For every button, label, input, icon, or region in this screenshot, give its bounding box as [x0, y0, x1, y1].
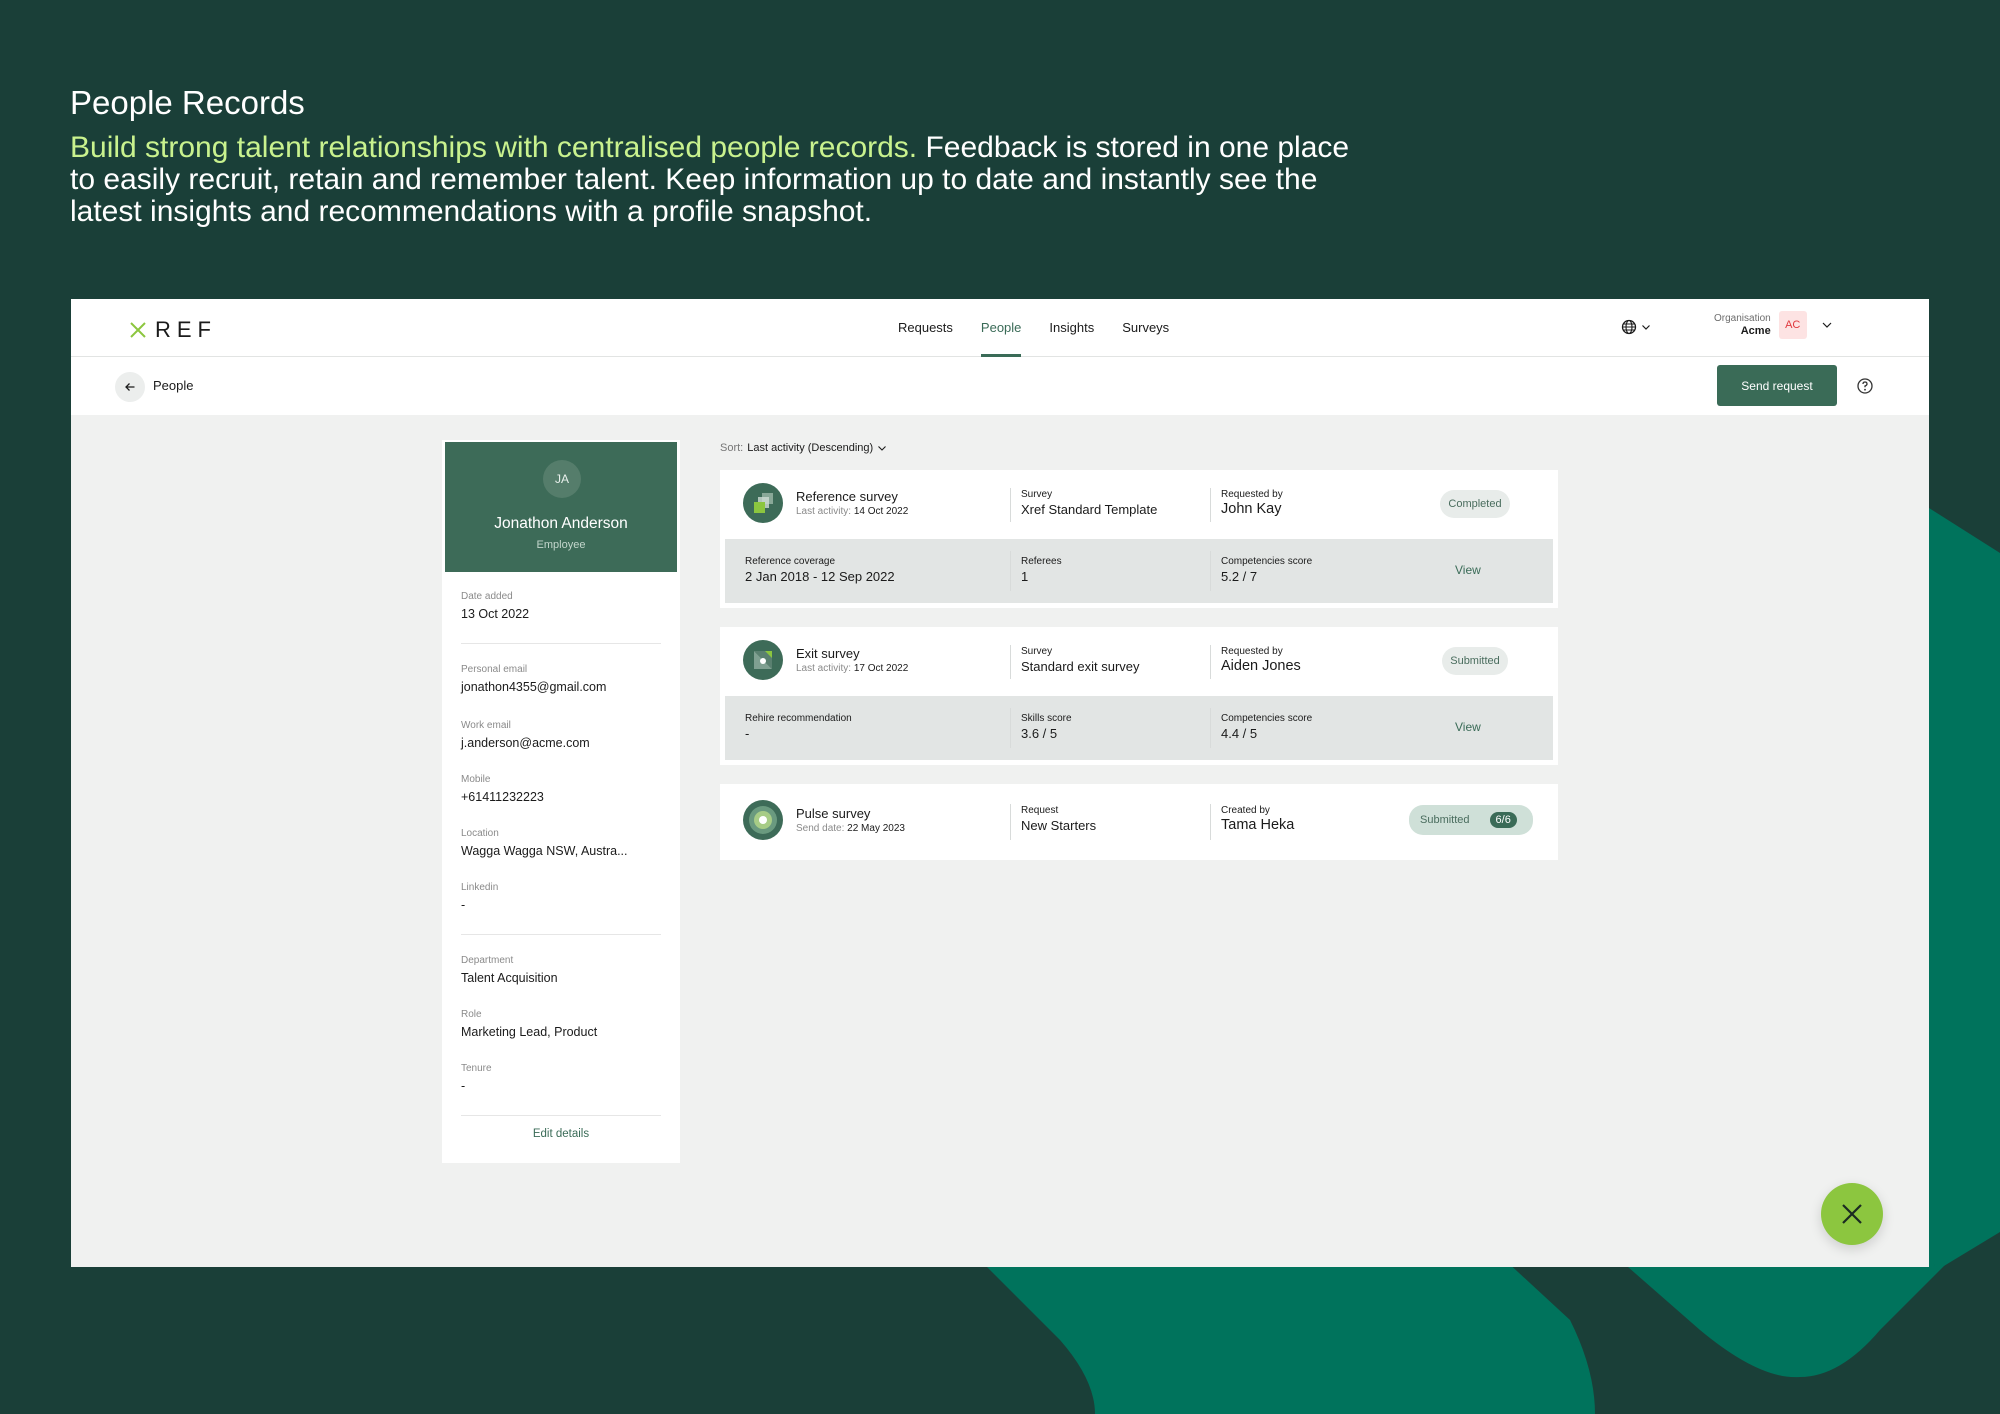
- referees: Referees 1: [1010, 551, 1062, 591]
- status-badge: Submitted 6/6: [1409, 805, 1533, 835]
- divider: [461, 934, 661, 935]
- nav-tabs: Requests People Insights Surveys: [884, 299, 1183, 357]
- competencies-score: Competencies score 5.2 / 7: [1210, 551, 1312, 591]
- page-title: People: [153, 378, 194, 393]
- exit-survey-icon: [743, 640, 783, 680]
- chevron-down-icon: [878, 446, 887, 451]
- survey-meta: Last activity: 14 Oct 2022: [796, 506, 909, 517]
- field-department: Department Talent Acquisition: [461, 955, 558, 985]
- arrow-left-icon: [125, 383, 135, 391]
- hero-description: Build strong talent relationships with c…: [70, 132, 1370, 228]
- language-selector[interactable]: [1621, 319, 1651, 335]
- profile-type: Employee: [536, 539, 586, 551]
- organisation-switcher[interactable]: Organisation Acme AC: [1714, 311, 1833, 339]
- survey-template-column: Survey Standard exit survey: [1010, 645, 1140, 679]
- field-work-email: Work email j.anderson@acme.com: [461, 720, 590, 750]
- response-count: 6/6: [1489, 812, 1517, 828]
- survey-title: Reference survey: [796, 489, 898, 504]
- org-name: Acme: [1740, 325, 1771, 337]
- field-mobile: Mobile +61411232223: [461, 774, 544, 804]
- org-label: Organisation: [1714, 313, 1771, 324]
- logo-x-icon: [130, 322, 146, 338]
- survey-meta: Last activity: 17 Oct 2022: [796, 663, 909, 674]
- page-header: People Send request: [71, 357, 1929, 415]
- sort-dropdown[interactable]: Sort: Last activity (Descending): [720, 442, 887, 454]
- rehire-recommendation: Rehire recommendation -: [745, 713, 852, 741]
- hero-accent-text: Build strong talent relationships with c…: [70, 131, 918, 164]
- reference-coverage: Reference coverage 2 Jan 2018 - 12 Sep 2…: [745, 556, 895, 584]
- requested-by-column: Requested by John Kay: [1210, 488, 1283, 522]
- view-link[interactable]: View: [1455, 720, 1481, 734]
- field-tenure: Tenure -: [461, 1063, 492, 1093]
- competencies-score: Competencies score 4.4 / 5: [1210, 708, 1312, 748]
- app-window: REF Requests People Insights Surveys Org…: [71, 299, 1929, 1267]
- field-location: Location Wagga Wagga NSW, Austra...: [461, 828, 628, 858]
- survey-card-exit: Exit survey Last activity: 17 Oct 2022 S…: [720, 627, 1558, 765]
- survey-meta: Send date: 22 May 2023: [796, 823, 905, 834]
- xref-assistant-button[interactable]: [1821, 1183, 1883, 1245]
- survey-title: Exit survey: [796, 646, 860, 661]
- profile-name: Jonathon Anderson: [494, 515, 628, 532]
- divider: [461, 643, 661, 644]
- help-icon[interactable]: [1857, 378, 1873, 394]
- hero-title: People Records: [70, 84, 305, 121]
- tab-insights[interactable]: Insights: [1035, 299, 1108, 357]
- pulse-survey-icon: [743, 800, 783, 840]
- skills-score: Skills score 3.6 / 5: [1010, 708, 1072, 748]
- divider: [461, 1115, 661, 1116]
- avatar: JA: [543, 460, 581, 498]
- tab-surveys[interactable]: Surveys: [1108, 299, 1183, 357]
- field-personal-email: Personal email jonathon4355@gmail.com: [461, 664, 607, 694]
- hero: People Records Build strong talent relat…: [70, 84, 1370, 228]
- view-link[interactable]: View: [1455, 563, 1481, 577]
- send-request-button[interactable]: Send request: [1717, 365, 1837, 406]
- edit-details-link[interactable]: Edit details: [442, 1128, 680, 1140]
- request-column: Request New Starters: [1010, 804, 1096, 840]
- survey-card-reference: Reference survey Last activity: 14 Oct 2…: [720, 470, 1558, 608]
- survey-details: Reference coverage 2 Jan 2018 - 12 Sep 2…: [725, 539, 1553, 603]
- survey-template-column: Survey Xref Standard Template: [1010, 488, 1157, 522]
- field-date-added: Date added 13 Oct 2022: [461, 591, 530, 621]
- logo-text: REF: [155, 317, 217, 342]
- org-avatar: AC: [1778, 311, 1807, 339]
- reference-survey-icon: [743, 483, 783, 523]
- survey-details: Rehire recommendation - Skills score 3.6…: [725, 696, 1553, 760]
- field-role: Role Marketing Lead, Product: [461, 1009, 598, 1039]
- back-button[interactable]: [115, 372, 145, 402]
- top-navigation: REF Requests People Insights Surveys Org…: [71, 299, 1929, 357]
- status-badge: Submitted: [1442, 647, 1508, 675]
- profile-card: JA Jonathon Anderson Employee Date added…: [442, 440, 680, 1163]
- survey-title: Pulse survey: [796, 806, 871, 821]
- xref-logo[interactable]: REF: [129, 317, 217, 343]
- field-linkedin: Linkedin -: [461, 882, 499, 912]
- created-by-column: Created by Tama Heka: [1210, 804, 1294, 840]
- survey-card-pulse: Pulse survey Send date: 22 May 2023 Requ…: [720, 784, 1558, 860]
- profile-header: JA Jonathon Anderson Employee: [445, 442, 677, 572]
- chevron-down-icon[interactable]: [1821, 319, 1833, 331]
- tab-requests[interactable]: Requests: [884, 299, 967, 357]
- xref-x-icon: [1842, 1204, 1862, 1224]
- status-badge: Completed: [1440, 490, 1510, 518]
- requested-by-column: Requested by Aiden Jones: [1210, 645, 1301, 679]
- chevron-down-icon: [1642, 325, 1650, 330]
- globe-icon: [1621, 319, 1637, 335]
- tab-people[interactable]: People: [967, 299, 1035, 357]
